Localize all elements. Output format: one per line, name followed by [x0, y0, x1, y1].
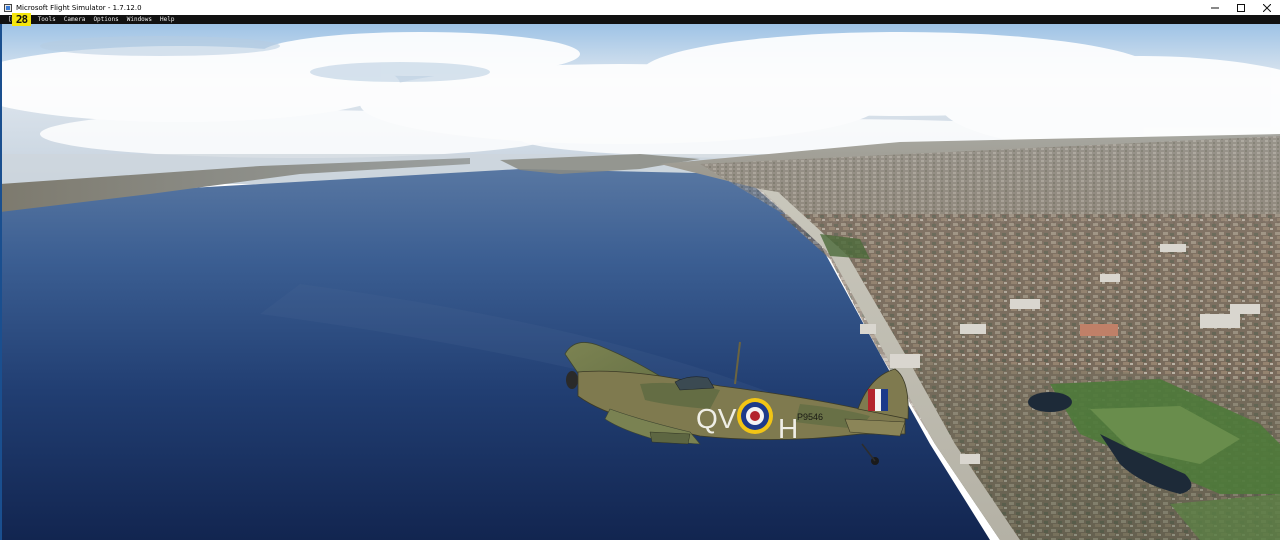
squadron-code-left: QV	[696, 403, 737, 434]
aircraft-spinner	[566, 371, 578, 389]
fps-counter: 28	[12, 13, 31, 26]
maximize-button[interactable]	[1228, 0, 1254, 15]
fuselage-roundel	[737, 398, 773, 434]
fin-flash	[868, 389, 888, 411]
squadron-code-right: H	[778, 413, 798, 444]
minimize-button[interactable]	[1202, 0, 1228, 15]
flight-viewport[interactable]: QV H P9546	[0, 24, 1280, 540]
minimize-icon	[1211, 7, 1219, 8]
menu-camera[interactable]: Camera	[60, 15, 90, 24]
window-controls	[1202, 0, 1280, 15]
menu-options[interactable]: Options	[89, 15, 122, 24]
menu-tools[interactable]: Tools	[34, 15, 60, 24]
window-left-edge	[0, 24, 2, 540]
scene: QV H P9546	[0, 24, 1280, 540]
menu-help[interactable]: Help	[156, 15, 178, 24]
menu-windows[interactable]: Windows	[123, 15, 156, 24]
aircraft-serial: P9546	[797, 412, 823, 422]
app-icon	[4, 3, 12, 12]
maximize-icon	[1237, 3, 1245, 12]
app-window: Microsoft Flight Simulator - 1.7.12.0 [M…	[0, 0, 1280, 540]
dev-mode-menubar: [Mode] Tools Camera Options Windows Help	[0, 15, 1280, 24]
title-bar: Microsoft Flight Simulator - 1.7.12.0	[0, 0, 1280, 15]
close-button[interactable]	[1254, 0, 1280, 15]
close-icon	[1263, 3, 1271, 12]
window-title: Microsoft Flight Simulator - 1.7.12.0	[16, 3, 142, 12]
